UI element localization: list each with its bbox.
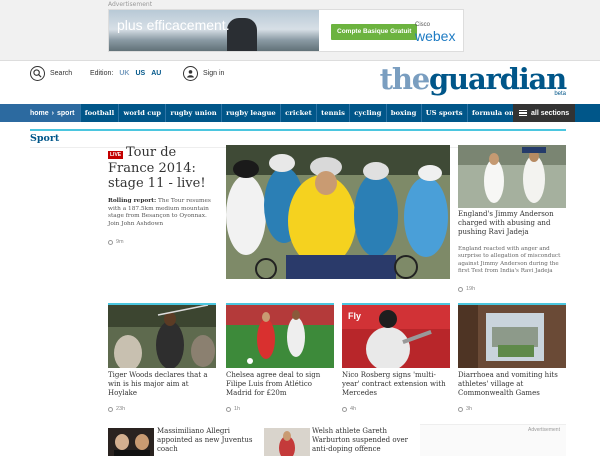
nav-breadcrumb: home › sport: [0, 104, 80, 122]
signin-button[interactable]: Sign in: [183, 66, 224, 81]
search-label: Search: [50, 70, 73, 77]
football-photo: [226, 305, 334, 368]
card-headline[interactable]: Chelsea agree deal to sign Filipe Luis f…: [226, 371, 334, 398]
clock-icon: [342, 406, 347, 412]
mini-card-headline[interactable]: Massimiliano Allegri appointed as new Ju…: [157, 427, 259, 454]
logo-the: the: [379, 62, 431, 96]
card-photo-village[interactable]: [458, 305, 566, 368]
side-story-photo[interactable]: [458, 145, 566, 208]
card-time: 4h: [350, 406, 357, 412]
card-time: 1h: [234, 406, 241, 412]
signin-label: Sign in: [203, 70, 225, 77]
card-timestamp: 1h: [226, 406, 240, 412]
main-navigation: home › sport football world cup rugby un…: [0, 104, 600, 122]
main-story-standfirst: Rolling report: The Tour resumes with a …: [108, 198, 220, 228]
nav-links: football world cup rugby union rugby lea…: [79, 104, 523, 122]
menu-icon: [519, 110, 527, 116]
mini-card-thumb[interactable]: [264, 428, 310, 456]
formula-one-photo: Fly: [342, 305, 450, 368]
main-story-kicker: Rolling report:: [108, 198, 157, 204]
user-icon: [183, 66, 198, 81]
clock-icon: [458, 406, 463, 412]
mini-card-thumb[interactable]: [108, 428, 154, 456]
golf-photo: [108, 305, 216, 368]
search-button[interactable]: Search: [30, 66, 72, 81]
chevron-right-icon: ›: [51, 109, 55, 117]
side-story-standfirst: England reacted with anger and surprise …: [458, 246, 561, 275]
nav-link-rugby-league[interactable]: rugby league: [220, 104, 280, 122]
advert-brand-webex: webex: [415, 28, 456, 44]
edition-us[interactable]: US: [135, 70, 145, 77]
nav-link-cricket[interactable]: cricket: [279, 104, 316, 122]
right-advert-label: Advertisement: [528, 427, 560, 433]
card-photo-golf[interactable]: [108, 305, 216, 368]
card-timestamp: 23h: [108, 406, 125, 412]
nav-current-section[interactable]: sport: [57, 110, 75, 117]
nav-link-football[interactable]: football: [79, 104, 119, 122]
top-advert-area: Advertisement plus efficacement. Compte …: [0, 0, 600, 60]
cricket-photo: [458, 145, 566, 208]
allegri-photo: [108, 428, 154, 456]
clock-icon: [108, 239, 113, 245]
edition-au[interactable]: AU: [151, 70, 161, 77]
edition-uk[interactable]: UK: [119, 70, 129, 77]
search-icon: [30, 66, 45, 81]
nav-link-boxing[interactable]: boxing: [385, 104, 421, 122]
main-story-time: 9m: [116, 239, 124, 245]
live-badge: LIVE: [108, 151, 124, 159]
nav-link-cycling[interactable]: cycling: [349, 104, 385, 122]
site-header: Search Edition: UK US AU Sign in theguar…: [0, 60, 600, 104]
cyclists-photo: [226, 145, 450, 279]
nav-link-tennis[interactable]: tennis: [315, 104, 349, 122]
advert-label: Advertisement: [108, 1, 153, 8]
card-headline[interactable]: Nico Rosberg signs 'multi-year' contract…: [342, 371, 450, 398]
card-time: 3h: [466, 406, 473, 412]
all-sections-label: all sections: [531, 109, 570, 117]
nav-link-us-sports[interactable]: US sports: [420, 104, 467, 122]
all-sections-button[interactable]: all sections: [513, 104, 576, 122]
mini-card-headline[interactable]: Welsh athlete Gareth Warburton suspended…: [312, 427, 418, 454]
side-story-headline[interactable]: England's Jimmy Anderson charged with ab…: [458, 210, 566, 237]
advert-slogan: plus efficacement.: [117, 17, 230, 33]
card-timestamp: 4h: [342, 406, 356, 412]
card-headline[interactable]: Tiger Woods declares that a win is his m…: [108, 371, 216, 398]
svg-text:Fly: Fly: [348, 311, 361, 321]
card-photo-football[interactable]: [226, 305, 334, 368]
logo-guardian: guardian: [428, 62, 567, 96]
nav-home-link[interactable]: home: [30, 110, 49, 117]
side-story-time: 19h: [466, 286, 476, 292]
clock-icon: [226, 406, 231, 412]
card-photo-f1[interactable]: Fly: [342, 305, 450, 368]
advert-cta-button[interactable]: Compte Basique Gratuit: [331, 24, 418, 40]
village-photo: [458, 305, 566, 368]
card-timestamp: 3h: [458, 406, 472, 412]
nav-link-rugby-union[interactable]: rugby union: [165, 104, 221, 122]
beta-label: beta: [554, 91, 566, 97]
section-title[interactable]: Sport: [30, 133, 59, 144]
clock-icon: [108, 406, 113, 412]
advert-banner[interactable]: plus efficacement. Compte Basique Gratui…: [108, 9, 464, 52]
nav-link-world-cup[interactable]: world cup: [118, 104, 165, 122]
main-story-headline[interactable]: Tour de France 2014: stage 11 - live!: [108, 145, 223, 192]
guardian-logo[interactable]: theguardian: [379, 62, 568, 96]
warburton-photo: [264, 428, 310, 456]
card-time: 23h: [116, 406, 126, 412]
section-rule: [30, 129, 566, 131]
edition-label: Edition:: [90, 70, 114, 77]
side-story-timestamp: 19h: [458, 286, 475, 292]
main-story-timestamp: 9m: [108, 239, 124, 245]
clock-icon: [458, 286, 463, 292]
edition-switcher: Edition: UK US AU: [90, 70, 161, 77]
advert-person-image: [227, 18, 257, 51]
main-story-photo[interactable]: [226, 145, 450, 279]
card-headline[interactable]: Diarrhoea and vomiting hits athletes' vi…: [458, 371, 566, 398]
